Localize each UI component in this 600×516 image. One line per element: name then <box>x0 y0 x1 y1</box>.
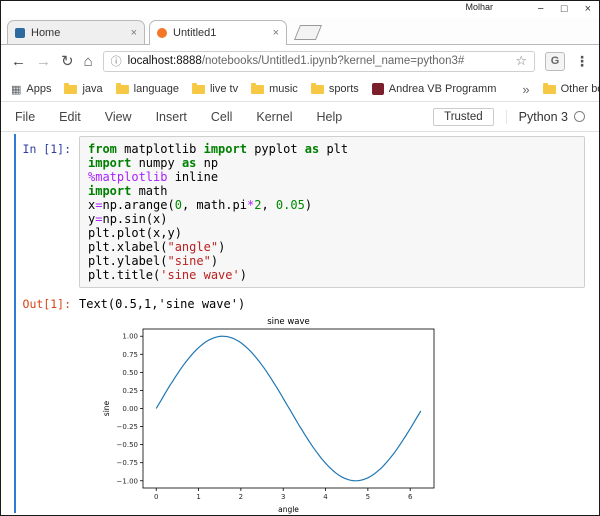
tab-home[interactable]: Home × <box>7 20 145 44</box>
bookmark-label: live tv <box>210 83 238 95</box>
notebook-menubar: File Edit View Insert Cell Kernel Help T… <box>1 102 599 132</box>
bookmark-label: java <box>82 83 102 95</box>
folder-icon <box>311 85 324 94</box>
bookmark-label: sports <box>329 83 359 95</box>
reload-button[interactable]: ↻ <box>61 54 74 69</box>
bookmark-apps[interactable]: ▦ Apps <box>11 83 51 96</box>
folder-icon <box>192 85 205 94</box>
menu-view[interactable]: View <box>105 110 132 124</box>
window-title: Molhar <box>465 2 493 12</box>
address-bar[interactable]: ⓘ localhost:8888/notebooks/Untitled1.ipy… <box>103 51 535 72</box>
svg-text:0.00: 0.00 <box>122 405 138 413</box>
code-cell[interactable]: In [1]: from matplotlib import pyplot as… <box>17 136 585 288</box>
new-tab-button[interactable] <box>294 25 322 40</box>
folder-icon <box>64 85 77 94</box>
svg-text:0.75: 0.75 <box>122 351 138 359</box>
svg-text:5: 5 <box>366 493 370 501</box>
notebook-content: In [1]: from matplotlib import pyplot as… <box>1 132 599 515</box>
bookmark-label: music <box>269 83 298 95</box>
site-info-icon[interactable]: ⓘ <box>111 53 122 69</box>
bookmark-label: Andrea VB Programm <box>389 83 497 95</box>
home-tab-favicon <box>15 28 25 38</box>
svg-text:sine: sine <box>102 400 111 416</box>
bookmark-folder-music[interactable]: music <box>251 83 298 95</box>
bookmark-star-icon[interactable]: ☆ <box>515 53 527 69</box>
bookmark-other-bookmarks[interactable]: Other bookmarks <box>543 83 600 95</box>
jupyter-tab-favicon <box>157 28 167 38</box>
menu-help[interactable]: Help <box>317 110 343 124</box>
url-host: localhost:8888 <box>128 55 202 67</box>
kernel-status-icon <box>574 111 585 122</box>
cell-selection-bar <box>14 134 16 513</box>
bookmark-folder-live-tv[interactable]: live tv <box>192 83 238 95</box>
folder-icon <box>116 85 129 94</box>
output-prompt: Out[1]: <box>17 296 71 311</box>
svg-text:3: 3 <box>281 493 285 501</box>
bookmarks-overflow-icon[interactable]: » <box>522 82 529 97</box>
url-text[interactable]: localhost:8888/notebooks/Untitled1.ipynb… <box>128 55 510 67</box>
svg-text:0.25: 0.25 <box>122 387 138 395</box>
tab-strip: Home × Untitled1 × <box>1 18 599 45</box>
svg-text:4: 4 <box>323 493 328 501</box>
folder-icon <box>251 85 264 94</box>
maximize-button[interactable]: □ <box>561 1 568 17</box>
svg-text:1: 1 <box>196 493 200 501</box>
bookmarks-bar: ▦ Apps java language live tv music sport… <box>1 77 599 102</box>
url-path: /notebooks/Untitled1.ipynb?kernel_name=p… <box>202 55 464 67</box>
navigation-bar: ← → ↻ ⌂ ⓘ localhost:8888/notebooks/Untit… <box>1 45 599 77</box>
kernel-label: Python 3 <box>519 110 568 124</box>
tab-untitled1[interactable]: Untitled1 × <box>149 20 287 45</box>
extension-g-icon[interactable]: G <box>545 52 565 71</box>
forward-button[interactable]: → <box>36 54 51 69</box>
bookmark-label: language <box>134 83 179 95</box>
home-button[interactable]: ⌂ <box>84 54 93 69</box>
code-editor[interactable]: from matplotlib import pyplot as pltimpo… <box>79 136 585 288</box>
input-prompt: In [1]: <box>17 136 71 288</box>
tab-close-icon[interactable]: × <box>131 27 137 39</box>
bookmark-folder-sports[interactable]: sports <box>311 83 359 95</box>
tab-label: Untitled1 <box>173 27 267 39</box>
svg-text:−0.75: −0.75 <box>117 459 138 467</box>
back-button[interactable]: ← <box>11 54 26 69</box>
menu-kernel[interactable]: Kernel <box>256 110 292 124</box>
bookmark-folder-language[interactable]: language <box>116 83 179 95</box>
svg-text:0: 0 <box>154 493 158 501</box>
minimize-button[interactable]: − <box>537 1 543 17</box>
menu-edit[interactable]: Edit <box>59 110 81 124</box>
menu-cell[interactable]: Cell <box>211 110 233 124</box>
kernel-name: Python 3 <box>506 110 585 124</box>
output-area: Out[1]: Text(0.5,1,'sine wave') <box>17 296 585 311</box>
svg-text:1.00: 1.00 <box>122 333 138 341</box>
bookmark-label: Apps <box>26 83 51 95</box>
menu-file[interactable]: File <box>15 110 35 124</box>
os-titlebar: Molhar − □ × <box>1 1 599 18</box>
browser-window: Molhar − □ × Home × Untitled1 × ← → ↻ ⌂ … <box>0 0 600 516</box>
svg-text:0.50: 0.50 <box>122 369 138 377</box>
menu-insert[interactable]: Insert <box>156 110 187 124</box>
bookmark-label: Other bookmarks <box>561 83 600 95</box>
folder-icon <box>543 85 556 94</box>
svg-text:sine wave: sine wave <box>267 317 310 327</box>
bookmark-andrea-vb[interactable]: Andrea VB Programm <box>372 83 497 95</box>
close-button[interactable]: × <box>585 1 591 17</box>
browser-menu-icon[interactable]: ⋮ <box>575 53 589 70</box>
output-plot: 0 1 2 3 4 5 6 −1.00 −0.75 −0.50 −0.25 0.00 0.25 0.50 0… <box>99 315 599 515</box>
tab-close-icon[interactable]: × <box>273 27 279 39</box>
apps-grid-icon: ▦ <box>11 83 21 96</box>
svg-text:−0.25: −0.25 <box>117 423 138 431</box>
bookmark-folder-java[interactable]: java <box>64 83 102 95</box>
tab-label: Home <box>31 27 125 39</box>
svg-text:angle: angle <box>278 505 299 514</box>
sine-wave-chart: 0 1 2 3 4 5 6 −1.00 −0.75 −0.50 −0.25 0.00 0.25 0.50 0… <box>99 315 444 515</box>
andrea-vb-icon <box>372 83 384 95</box>
svg-text:−1.00: −1.00 <box>117 477 138 485</box>
svg-text:−0.50: −0.50 <box>117 441 138 449</box>
output-text: Text(0.5,1,'sine wave') <box>79 296 245 311</box>
trusted-badge[interactable]: Trusted <box>433 108 494 126</box>
svg-text:6: 6 <box>408 493 413 501</box>
svg-text:2: 2 <box>239 493 243 501</box>
